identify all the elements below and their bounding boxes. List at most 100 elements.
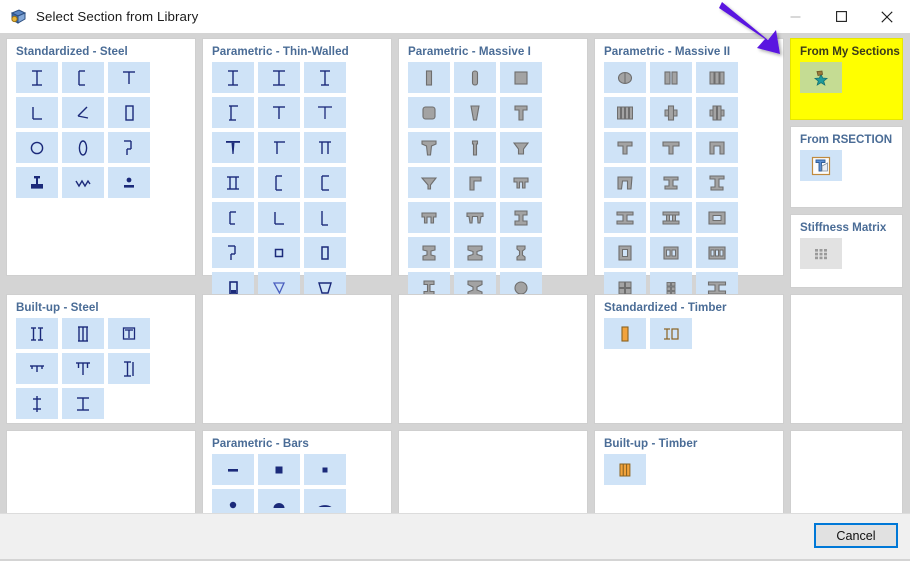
section-tile-pi-triple[interactable] [454, 202, 496, 233]
section-tile-double-channel[interactable] [16, 318, 58, 349]
rsection-icon[interactable] [800, 150, 842, 181]
section-tile-t-plain[interactable] [258, 97, 300, 128]
section-tile-three-rect[interactable] [696, 62, 738, 93]
section-tile-t-in-box[interactable] [108, 318, 150, 349]
cancel-button[interactable]: Cancel [814, 523, 898, 548]
panel-parametric-massive-i[interactable]: Parametric - Massive I [398, 38, 588, 338]
section-tile-box-massive[interactable] [696, 202, 738, 233]
maximize-button[interactable] [818, 0, 864, 33]
section-tile-angle[interactable] [16, 97, 58, 128]
section-tile-pi-double[interactable] [408, 202, 450, 233]
section-tile-four-rect[interactable] [604, 97, 646, 128]
panel-parametric-thin-walled[interactable]: Parametric - Thin-Walled [202, 38, 392, 338]
section-tile-i-massive-tall[interactable] [696, 167, 738, 198]
section-tile-box-two-cells[interactable] [650, 237, 692, 268]
section-tile-i-massive-web[interactable] [604, 202, 646, 233]
section-tile-circle-hollow[interactable] [16, 132, 58, 163]
section-tile-t-short[interactable] [258, 132, 300, 163]
section-tile-rect-solid-narrow[interactable] [408, 62, 450, 93]
panel-title: Built-up - Timber [604, 437, 698, 450]
section-tile-flat-bar[interactable] [212, 454, 254, 485]
section-tile-c-lipped[interactable] [212, 202, 254, 233]
source-card-stiffness-matrix[interactable]: Stiffness Matrix [790, 214, 903, 288]
section-tile-square-bar[interactable] [258, 454, 300, 485]
section-tile-i-beam[interactable] [16, 62, 58, 93]
close-button[interactable] [864, 0, 910, 33]
section-tile-t-thin[interactable] [304, 97, 346, 128]
section-tile-portal-frame-slanted[interactable] [604, 167, 646, 198]
section-tile-oval-hollow[interactable] [62, 132, 104, 163]
section-tile-i-simple[interactable] [62, 388, 104, 419]
section-tile-l-tall[interactable] [304, 202, 346, 233]
section-tile-box-massive-tall[interactable] [604, 237, 646, 268]
section-tile-t-massive-wide[interactable] [650, 132, 692, 163]
section-tile-dot-bar[interactable] [108, 167, 150, 198]
section-tile-square-solid-round[interactable] [408, 97, 450, 128]
section-tile-z-thin[interactable] [212, 237, 254, 268]
section-tile-double-i[interactable] [212, 167, 254, 198]
section-tile-box-three-cells[interactable] [696, 237, 738, 268]
section-tile-channel[interactable] [62, 62, 104, 93]
section-tile-rect-wings[interactable] [650, 97, 692, 128]
section-tile-rect-tube[interactable] [304, 237, 346, 268]
section-tile-i-with-plates[interactable] [62, 318, 104, 349]
source-card-from-rsection[interactable]: From RSECTION [790, 126, 903, 208]
section-tile-i-tapered[interactable] [258, 62, 300, 93]
section-tile-pi-solid[interactable] [500, 167, 542, 198]
section-tile-i-sym[interactable] [212, 62, 254, 93]
panel-standardized-steel[interactable]: Standardized - Steel [6, 38, 196, 276]
section-tile-square-solid[interactable] [500, 62, 542, 93]
section-tile-rail[interactable] [16, 167, 58, 198]
section-tile-portal-frame[interactable] [696, 132, 738, 163]
section-tile-z-section[interactable] [108, 132, 150, 163]
matrix-grid-icon[interactable] [800, 238, 842, 269]
section-tile-i-narrow-flange[interactable] [16, 388, 58, 419]
section-tile-two-rect[interactable] [650, 62, 692, 93]
section-tile-rect-solid-round[interactable] [454, 62, 496, 93]
section-tile-t-massive[interactable] [604, 132, 646, 163]
section-tile-t-tapered[interactable] [212, 132, 254, 163]
section-tile-i-massive[interactable] [650, 167, 692, 198]
panel-standardized-timber[interactable]: Standardized - Timber [594, 294, 784, 424]
section-tile-i-solid-wide[interactable] [454, 237, 496, 268]
title-bar: Select Section from Library [0, 0, 910, 34]
section-tile-t-solid-haunched[interactable] [408, 132, 450, 163]
source-card-from-my-sections[interactable]: From My Sections [790, 38, 903, 120]
section-tile-t-solid[interactable] [500, 97, 542, 128]
section-tile-i-asym[interactable] [212, 97, 254, 128]
section-tile-timber-rect[interactable] [604, 318, 646, 349]
section-tile-double-t[interactable] [304, 132, 346, 163]
section-tile-i-narrow[interactable] [304, 62, 346, 93]
section-tile-wave[interactable] [62, 167, 104, 198]
section-tile-i-massive-double-web[interactable] [650, 202, 692, 233]
panel-title: Standardized - Timber [604, 301, 727, 314]
section-tile-t-beam[interactable] [108, 62, 150, 93]
section-tile-c-channel[interactable] [258, 167, 300, 198]
section-tile-split-circle[interactable] [604, 62, 646, 93]
minimize-button[interactable] [772, 0, 818, 33]
section-tile-l-solid[interactable] [454, 167, 496, 198]
section-tile-square-tube[interactable] [258, 237, 300, 268]
window-controls [772, 0, 910, 33]
section-tile-angle-sloped[interactable] [62, 97, 104, 128]
section-tile-rect-hollow[interactable] [108, 97, 150, 128]
section-tile-i-plus-plate[interactable] [108, 353, 150, 384]
section-tile-t-braced[interactable] [62, 353, 104, 384]
panel-parametric-massive-ii[interactable]: Parametric - Massive II [594, 38, 784, 338]
section-tile-i-solid[interactable] [500, 202, 542, 233]
section-tile-timber-glulam[interactable] [604, 454, 646, 485]
section-tile-l-angle[interactable] [258, 202, 300, 233]
panel-built-up-steel[interactable]: Built-up - Steel [6, 294, 196, 424]
section-tile-inverted-t-slim[interactable] [408, 167, 450, 198]
section-tile-i-solid-narrow[interactable] [500, 237, 542, 268]
section-tile-timber-i-and-box[interactable] [650, 318, 692, 349]
section-tile-t-wide-flange[interactable] [16, 353, 58, 384]
section-tile-c-channel-wide[interactable] [304, 167, 346, 198]
section-tile-inverted-t-wide[interactable] [500, 132, 542, 163]
section-tile-i-solid-tapered[interactable] [408, 237, 450, 268]
section-tile-wedge[interactable] [454, 97, 496, 128]
section-tile-t-solid-narrow[interactable] [454, 132, 496, 163]
section-tile-double-rect-wings[interactable] [696, 97, 738, 128]
section-tile-small-square-bar[interactable] [304, 454, 346, 485]
star-section-icon[interactable] [800, 62, 842, 93]
